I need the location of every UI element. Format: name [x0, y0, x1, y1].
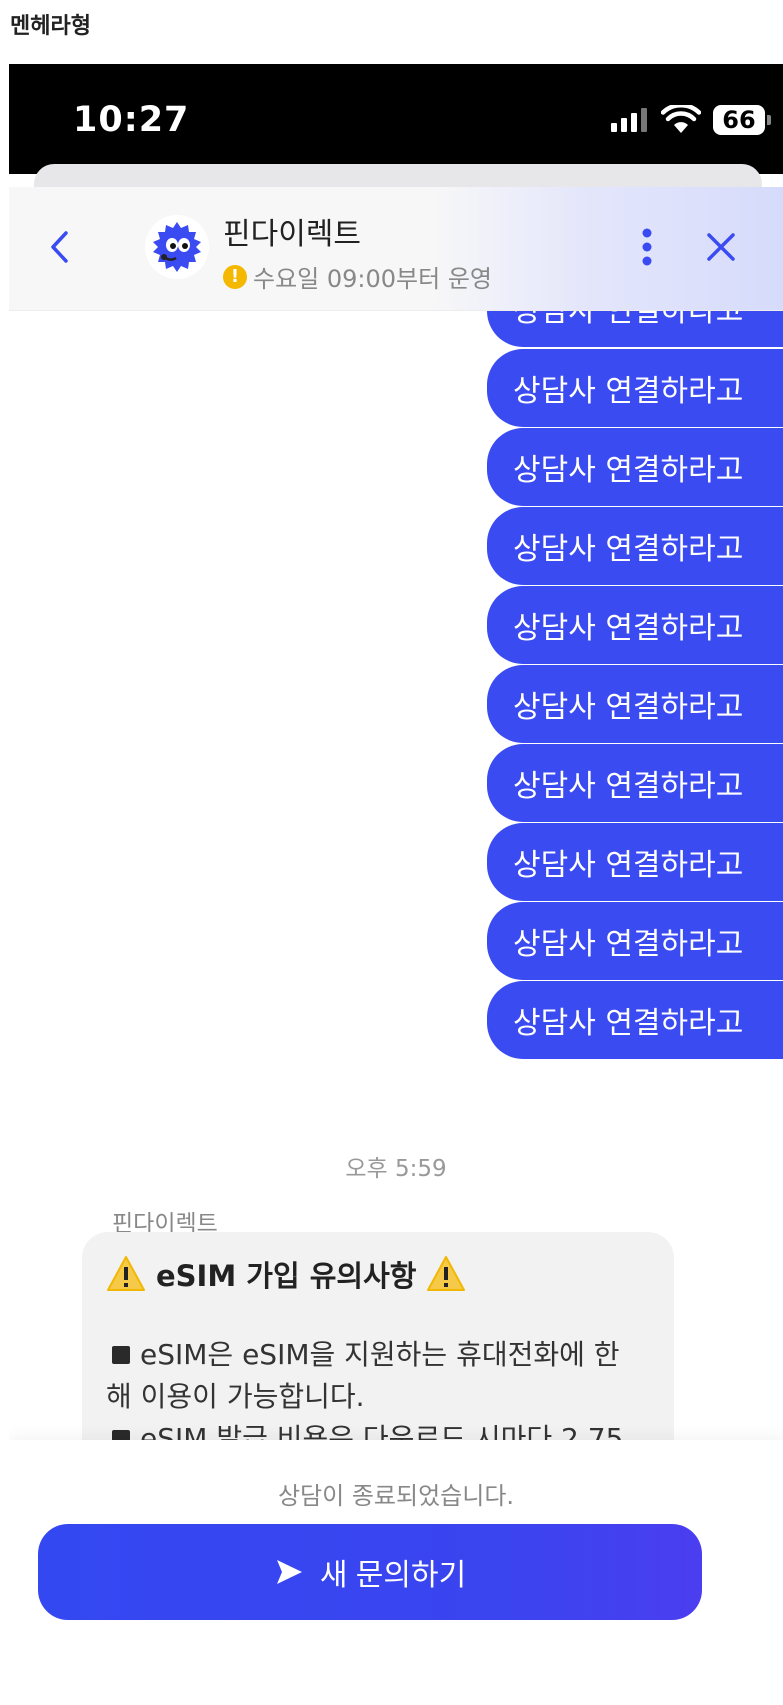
bot-message-text: 해 이용이 가능합니다.: [106, 1380, 365, 1413]
user-message-bubble: 상담사 연결하라고: [487, 744, 783, 822]
user-message-bubble: 상담사 연결하라고: [487, 981, 783, 1059]
warning-triangle-icon: [427, 1256, 466, 1291]
message-list[interactable]: 상담사 연결하라고 상담사 연결하라고 상담사 연결하라고 상담사 연결하라고 …: [9, 311, 783, 1552]
user-message-bubble: 상담사 연결하라고: [487, 349, 783, 427]
bot-message-line: 해 이용이 가능합니다.: [106, 1376, 650, 1418]
header-subtitle-row: ! 수요일 09:00부터 운영: [223, 259, 492, 294]
back-button[interactable]: [39, 225, 79, 269]
header-title: 핀다이렉트: [223, 217, 361, 252]
status-icons: 66: [611, 102, 771, 138]
user-message-bubble: 상담사 연결하라고: [487, 902, 783, 980]
phone-screen: 10:27 66 핀다이렉트 ! 수요일 09:00부터 운영 상담사 연결하라…: [9, 64, 783, 1705]
warning-triangle-icon: [107, 1256, 145, 1291]
send-icon: [276, 1560, 302, 1584]
user-message-bubble: 상담사 연결하라고: [487, 823, 783, 901]
user-message-bubble: 상담사 연결하라고: [487, 507, 783, 585]
status-bar: 10:27 66: [9, 64, 783, 174]
timestamp-divider: 오후 5:59: [345, 1156, 447, 1182]
close-button[interactable]: [699, 225, 743, 269]
bot-message-line: eSIM은 eSIM을 지원하는 휴대전화에 한: [106, 1334, 650, 1376]
mascot-icon: [153, 222, 201, 272]
bot-message-title-row: eSIM 가입 유의사항: [106, 1250, 650, 1298]
bot-message-title: eSIM 가입 유의사항: [156, 1259, 417, 1293]
battery-icon: 66: [713, 105, 771, 135]
new-inquiry-label: 새 문의하기: [319, 1559, 467, 1592]
page-caption: 멘헤라형: [10, 14, 91, 39]
bot-message-text: eSIM은 eSIM을 지원하는 휴대전화에 한: [140, 1338, 620, 1371]
warning-icon: !: [223, 264, 247, 289]
user-message-bubble: 상담사 연결하라고: [487, 428, 783, 506]
wifi-icon: [661, 105, 701, 133]
bullet-square-icon: [112, 1345, 130, 1364]
user-message-bubble: 상담사 연결하라고: [487, 311, 783, 347]
status-time: 10:27: [73, 100, 190, 140]
chat-ended-notice: 상담이 종료되었습니다.: [277, 1482, 515, 1510]
new-inquiry-button[interactable]: 새 문의하기: [38, 1524, 702, 1620]
chevron-left-icon: [51, 231, 68, 263]
more-options-button[interactable]: [627, 225, 667, 269]
battery-level: 66: [722, 106, 756, 134]
user-message-bubble: 상담사 연결하라고: [487, 586, 783, 664]
more-vertical-icon: [642, 228, 652, 266]
chat-footer: 상담이 종료되었습니다. 새 문의하기: [9, 1440, 783, 1705]
avatar: [145, 215, 209, 279]
signal-icon: [611, 108, 647, 132]
close-icon: [707, 233, 735, 261]
user-message-bubble: 상담사 연결하라고: [487, 665, 783, 743]
operating-hours: 수요일 09:00부터 운영: [253, 265, 492, 293]
chat-header: 핀다이렉트 ! 수요일 09:00부터 운영: [9, 187, 783, 311]
